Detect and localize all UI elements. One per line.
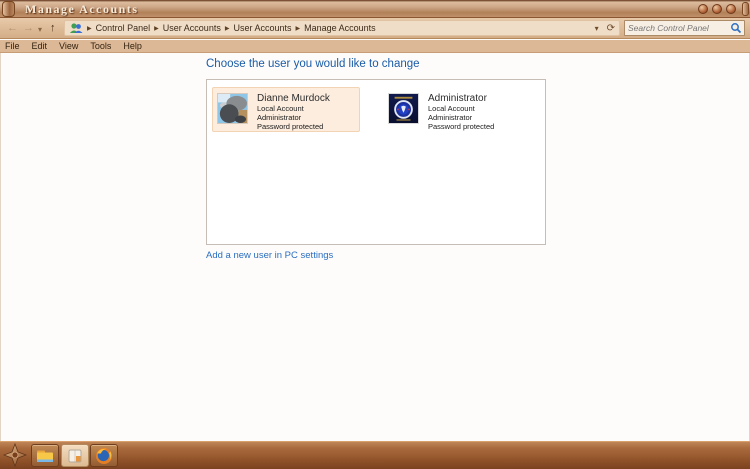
start-button-compass-icon[interactable] — [3, 443, 27, 467]
taskbar-active-control-panel-button[interactable] — [61, 444, 89, 467]
refresh-icon[interactable]: ⟳ — [607, 23, 615, 34]
breadcrumb-separator-icon: ▶ — [295, 25, 301, 32]
taskbar-file-explorer-button[interactable] — [31, 444, 59, 467]
close-button[interactable] — [726, 4, 736, 14]
page-title: Choose the user you would like to change — [206, 58, 420, 70]
breadcrumb-separator-icon: ▶ — [87, 25, 92, 32]
breadcrumb-item-user-accounts-2[interactable]: User Accounts — [233, 23, 291, 33]
user-accounts-icon — [70, 23, 83, 33]
user-tile-text: Dianne Murdock Local Account Administrat… — [257, 93, 330, 130]
content-area: Choose the user you would like to change… — [0, 53, 750, 441]
title-bar: Manage Accounts — [0, 0, 750, 18]
breadcrumb: ▶ Control Panel ▶ User Accounts ▶ User A… — [64, 20, 620, 36]
menu-file[interactable]: File — [5, 41, 29, 51]
taskbar-firefox-button[interactable] — [90, 444, 118, 467]
user-avatar-photo — [217, 93, 248, 124]
user-password-status: Password protected — [257, 121, 324, 131]
user-password-status: Password protected — [428, 121, 495, 131]
menu-view[interactable]: View — [59, 41, 87, 51]
menu-edit[interactable]: Edit — [32, 41, 57, 51]
window-title: Manage Accounts — [25, 2, 139, 16]
recent-pages-chevron-icon[interactable]: ▾ — [38, 23, 42, 37]
search-icon[interactable] — [730, 22, 742, 34]
search-input[interactable] — [625, 23, 730, 33]
back-icon[interactable]: ← — [7, 21, 18, 35]
menu-bar: File Edit View Tools Help — [0, 40, 750, 53]
menu-tools[interactable]: Tools — [90, 41, 120, 51]
breadcrumb-item-control-panel[interactable]: Control Panel — [96, 23, 151, 33]
breadcrumb-separator-icon: ▶ — [154, 25, 159, 32]
firefox-icon — [96, 447, 112, 464]
control-panel-window-icon — [68, 449, 82, 462]
user-tile-administrator[interactable]: Administrator Local Account Administrato… — [383, 87, 531, 132]
user-tile-dianne-murdock[interactable]: Dianne Murdock Local Account Administrat… — [212, 87, 360, 132]
screen: { "window": { "title": "Manage Accounts"… — [0, 0, 750, 469]
breadcrumb-item-manage-accounts[interactable]: Manage Accounts — [304, 23, 376, 33]
up-icon[interactable]: ↑ — [50, 21, 56, 35]
address-bar: ← → ▾ ↑ ▶ Control Panel ▶ User Accounts … — [0, 18, 750, 39]
address-dropdown-chevron-icon[interactable]: ▾ — [595, 24, 599, 33]
search-box — [624, 20, 745, 36]
add-new-user-link[interactable]: Add a new user in PC settings — [206, 250, 333, 261]
user-avatar-crest — [388, 93, 419, 124]
taskbar: ENGUK 19:2016/11/2016 — [0, 441, 750, 469]
breadcrumb-item-user-accounts[interactable]: User Accounts — [163, 23, 221, 33]
titlebar-endcap — [742, 2, 749, 16]
forward-icon[interactable]: → — [23, 21, 34, 35]
breadcrumb-separator-icon: ▶ — [224, 25, 230, 32]
menu-help[interactable]: Help — [123, 41, 151, 51]
maximize-button[interactable] — [712, 4, 722, 14]
window-icon — [2, 1, 15, 17]
user-tile-text: Administrator Local Account Administrato… — [428, 93, 494, 130]
user-list-box: Dianne Murdock Local Account Administrat… — [206, 79, 546, 245]
file-explorer-icon — [37, 450, 53, 462]
minimize-button[interactable] — [698, 4, 708, 14]
